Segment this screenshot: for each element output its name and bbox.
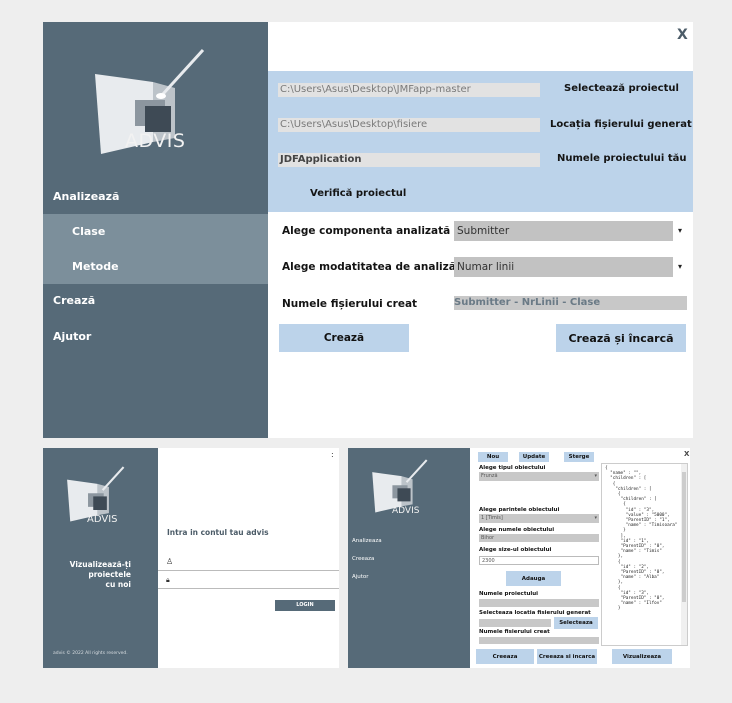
new-button[interactable]: Nou <box>478 452 508 462</box>
json-text: { "name" : "", "children" : [ { "childre… <box>605 466 678 612</box>
sidebar-item-analizeaza[interactable]: Analizează <box>43 180 268 214</box>
close-icon[interactable]: X <box>684 450 689 458</box>
sidebar-item-metode[interactable]: Metode <box>43 249 268 284</box>
location-input[interactable] <box>479 619 551 627</box>
sidebar: ADVIS Analizează Clase Metode Crează Aju… <box>43 22 268 438</box>
project-name-label: Numele proiectului <box>479 591 539 597</box>
component-select[interactable]: Submitter ▾ <box>454 221 687 241</box>
location-label: Selecteaza locatia fisierului generat <box>479 610 591 616</box>
json-scrollbar[interactable] <box>681 464 687 645</box>
parent-select[interactable]: 1 [Timis] ▾ <box>479 514 599 523</box>
create-button[interactable]: Crează <box>279 324 409 352</box>
project-name-input[interactable] <box>479 599 599 607</box>
project-panel: C:\Users\Asus\Desktop\JMFapp-master Sele… <box>268 71 693 212</box>
chevron-down-icon[interactable]: ▾ <box>594 514 597 522</box>
chevron-down-icon[interactable]: ▾ <box>673 257 687 277</box>
tagline-line: Vizualizează-ți <box>69 560 131 569</box>
logo-text: ADVIS <box>125 130 186 152</box>
close-icon[interactable]: X <box>677 27 688 43</box>
file-name-label: Numele fisierului creat <box>479 629 550 635</box>
mode-label: Alege modatitatea de analiză <box>282 261 456 273</box>
sidebar-item-label: Ajutor <box>53 330 92 343</box>
type-value: Frunză <box>481 473 498 479</box>
logo-text: ADVIS <box>87 514 118 525</box>
logo-text: ADVIS <box>392 506 420 516</box>
parent-label: Alege parintele obiectului <box>479 507 560 513</box>
login-title: Intra in contul tau advis <box>167 528 269 537</box>
name-input[interactable]: Bihor <box>479 534 599 542</box>
scrollbar-thumb[interactable] <box>682 472 686 602</box>
username-field[interactable]: ♙ <box>158 557 339 571</box>
sidebar-item-clase[interactable]: Clase <box>43 214 268 249</box>
delete-button[interactable]: Sterge <box>564 452 594 462</box>
type-label: Alege tipul obiectului <box>479 465 546 471</box>
size-value: 2300 <box>482 558 495 564</box>
select-location-button[interactable]: Selecteaza <box>554 617 598 629</box>
type-select[interactable]: Frunză ▾ <box>479 472 599 481</box>
mode-value: Numar linii <box>457 261 515 273</box>
chevron-down-icon[interactable]: ▾ <box>594 472 597 480</box>
sidebar-item-creaza[interactable]: Crează <box>43 286 268 316</box>
sidebar-item-ajutor[interactable]: Ajutor <box>43 322 268 352</box>
output-path-field[interactable]: C:\Users\Asus\Desktop\fisiere <box>278 118 540 132</box>
output-location-button[interactable]: Locația fișierului generat <box>550 119 692 130</box>
sidebar-item-label: Analizează <box>53 190 120 203</box>
create-button[interactable]: Creeaza <box>476 649 534 664</box>
tagline-line: proiectele <box>88 570 131 579</box>
project-name-field[interactable]: JDFApplication <box>278 153 540 167</box>
verify-project-button[interactable]: Verifică proiectul <box>310 188 406 199</box>
login-sidebar: ADVIS Vizualizează-ți proiectele cu noi … <box>43 448 158 668</box>
chevron-down-icon[interactable]: ▾ <box>673 221 687 241</box>
parent-value: 1 [Timis] <box>481 515 503 521</box>
tagline-line: cu noi <box>105 580 131 589</box>
project-name-label: Numele proiectului tău <box>557 153 687 164</box>
main-window: ADVIS Analizează Clase Metode Crează Aju… <box>43 22 693 438</box>
sidebar-item-label: Clase <box>72 225 106 238</box>
create-upload-button[interactable]: Crează și încarcă <box>556 324 686 352</box>
editor-window: ADVIS Analizeaza Creeaza Ajutor X Nou Up… <box>348 448 690 668</box>
filename-input[interactable]: Submitter - NrLinii - Clase <box>454 296 687 310</box>
sidebar-item-ajutor[interactable]: Ajutor <box>352 574 369 580</box>
tagline: Vizualizează-ți proiectele cu noi <box>53 560 131 590</box>
json-preview: { "name" : "", "children" : [ { "childre… <box>601 463 688 646</box>
login-window: ADVIS Vizualizează-ți proiectele cu noi … <box>43 448 339 668</box>
add-button[interactable]: Adauga <box>506 571 561 586</box>
sidebar-item-creeaza[interactable]: Creeaza <box>352 556 374 562</box>
sidebar-item-analizeaza[interactable]: Analizeaza <box>352 538 382 544</box>
update-button[interactable]: Update <box>519 452 549 462</box>
login-button[interactable]: LOGIN <box>275 600 335 611</box>
name-label: Alege numele obiectului <box>479 527 555 533</box>
sidebar-item-label: Metode <box>72 260 119 273</box>
size-label: Alege size-ul obiectului <box>479 547 552 553</box>
filename-label: Numele fișierului creat <box>282 298 418 310</box>
create-upload-button[interactable]: Creeaza si incarca <box>537 649 597 664</box>
mode-select[interactable]: Numar linii ▾ <box>454 257 687 277</box>
visualize-button[interactable]: Vizualizeaza <box>612 649 672 664</box>
select-project-button[interactable]: Selectează proiectul <box>564 83 679 94</box>
component-value: Submitter <box>457 225 510 237</box>
size-stepper[interactable]: 2300 <box>479 556 599 565</box>
password-field[interactable]: 🔒︎ <box>158 575 339 589</box>
component-label: Alege componenta analizată <box>282 225 451 237</box>
lock-icon: 🔒︎ <box>166 576 170 584</box>
project-path-field[interactable]: C:\Users\Asus\Desktop\JMFapp-master <box>278 83 540 97</box>
user-icon: ♙ <box>166 557 174 566</box>
editor-sidebar: ADVIS Analizeaza Creeaza Ajutor <box>348 448 470 668</box>
sidebar-item-label: Crează <box>53 294 96 307</box>
close-icon[interactable]: : <box>331 450 334 459</box>
file-name-input[interactable] <box>479 637 599 644</box>
footer-text: advis © 2022 All rights reserved. <box>53 651 128 656</box>
